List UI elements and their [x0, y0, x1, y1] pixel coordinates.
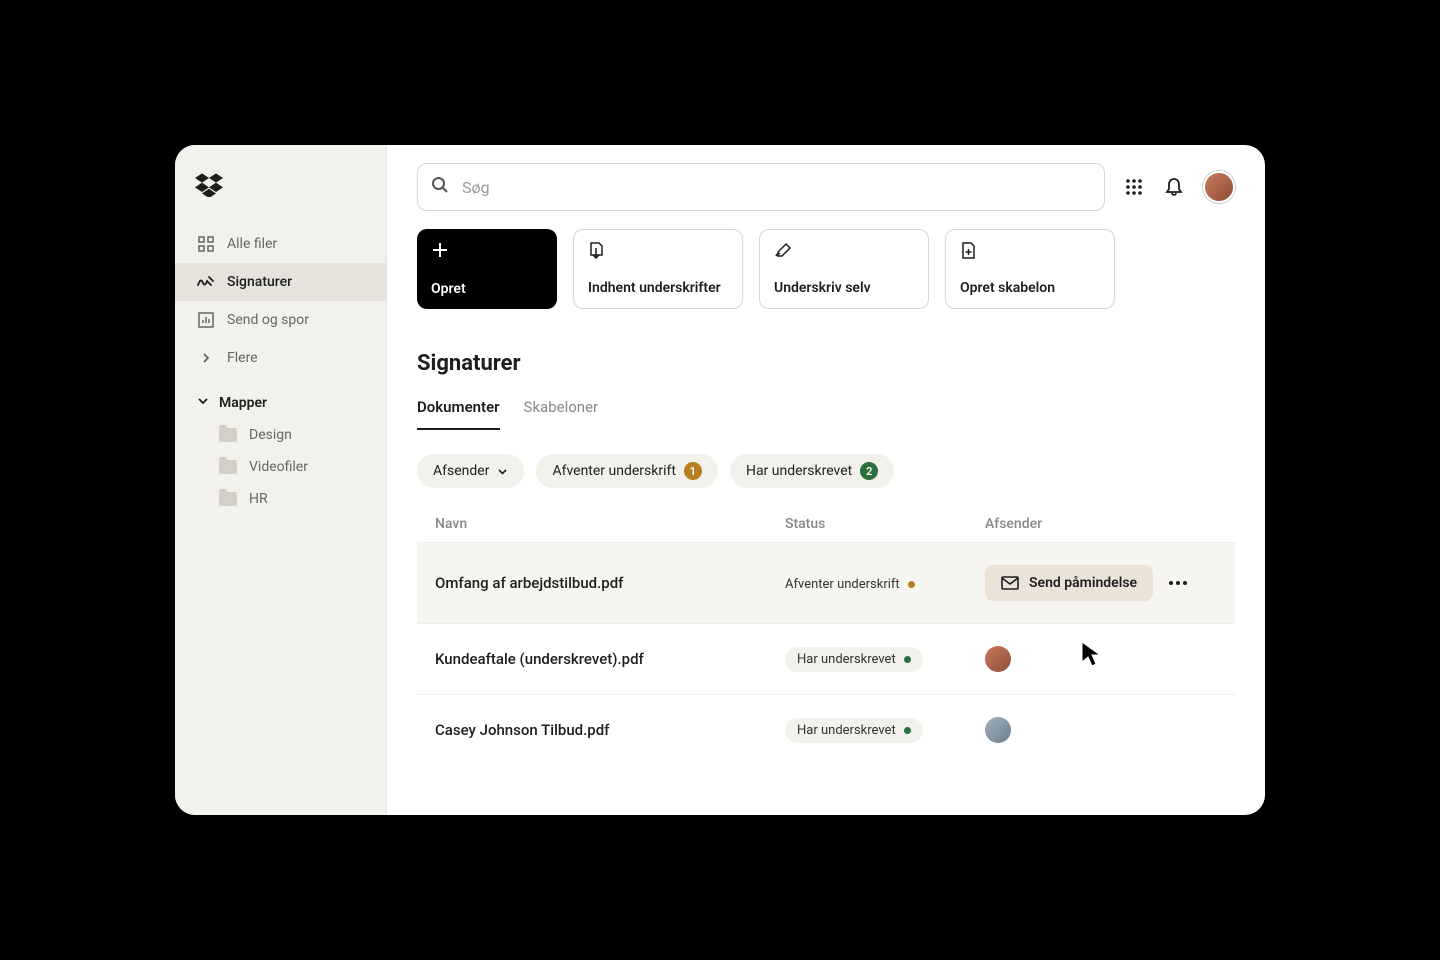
filter-sender[interactable]: Afsender [417, 454, 524, 488]
create-template-button[interactable]: Opret skabelon [945, 229, 1115, 309]
card-label: Underskriv selv [774, 280, 914, 296]
cell-status: Afventer underskrift [785, 574, 985, 592]
more-options-button[interactable] [1169, 581, 1187, 585]
count-badge: 2 [860, 462, 878, 480]
row-actions: Send påmindelse [985, 565, 1217, 601]
nav-label: Flere [227, 350, 258, 366]
filter-awaiting[interactable]: Afventer underskrift 1 [536, 454, 718, 488]
folder-icon [219, 460, 237, 474]
action-cards: Opret Indhent underskrifter Underskriv s… [387, 229, 1265, 329]
filter-bar: Afsender Afventer underskrift 1 Har unde… [387, 430, 1265, 506]
pen-signature-icon [774, 242, 792, 260]
chevron-down-icon [197, 395, 209, 411]
status-dot-icon [908, 581, 915, 588]
cell-sender [985, 646, 1217, 672]
bell-icon [1164, 177, 1184, 197]
chart-icon [197, 311, 215, 329]
nav-label: Send og spor [227, 312, 309, 328]
cell-sender [985, 717, 1217, 743]
status-pill: Har underskrevet [785, 718, 923, 743]
folders-section-header[interactable]: Mapper [175, 377, 386, 419]
sender-avatar[interactable] [985, 717, 1011, 743]
tab-templates[interactable]: Skabeloner [524, 398, 599, 430]
filter-label: Har underskrevet [746, 463, 852, 479]
cell-status: Har underskrevet [785, 647, 985, 672]
filter-signed[interactable]: Har underskrevet 2 [730, 454, 894, 488]
status-dot-icon [904, 727, 911, 734]
logo[interactable] [175, 163, 386, 225]
col-status: Status [785, 516, 985, 532]
nav-send-track[interactable]: Send og spor [175, 301, 386, 339]
create-button[interactable]: Opret [417, 229, 557, 309]
file-plus-icon [960, 242, 978, 260]
app-window: Alle filer Signaturer Send og spor Flere [175, 145, 1265, 815]
file-download-icon [588, 242, 606, 260]
folder-label: Design [249, 427, 292, 443]
chevron-right-icon [197, 349, 215, 367]
main-content: Opret Indhent underskrifter Underskriv s… [387, 145, 1265, 815]
nav-all-files[interactable]: Alle filer [175, 225, 386, 263]
table-row[interactable]: Kundeaftale (underskrevet).pdf Har under… [417, 623, 1235, 694]
filter-label: Afventer underskrift [552, 463, 676, 479]
folders-header-label: Mapper [219, 395, 267, 411]
card-label: Indhent underskrifter [588, 280, 728, 296]
table-row[interactable]: Casey Johnson Tilbud.pdf Har underskreve… [417, 694, 1235, 765]
folder-design[interactable]: Design [175, 419, 386, 451]
button-label: Send påmindelse [1029, 575, 1137, 591]
status-pill: Afventer underskrift [785, 577, 915, 592]
documents-table: Navn Status Afsender Omfang af arbejdsti… [387, 506, 1265, 765]
notifications-button[interactable] [1163, 176, 1185, 198]
apps-button[interactable] [1123, 176, 1145, 198]
folder-label: HR [249, 491, 268, 507]
nav-label: Signaturer [227, 274, 292, 290]
table-row[interactable]: Omfang af arbejdstilbud.pdf Afventer und… [417, 542, 1235, 623]
card-label: Opret [431, 281, 543, 297]
table-header: Navn Status Afsender [417, 506, 1235, 542]
nav-label: Alle filer [227, 236, 277, 252]
filter-label: Afsender [433, 463, 489, 479]
sign-yourself-button[interactable]: Underskriv selv [759, 229, 929, 309]
plus-icon [431, 241, 449, 259]
grid-icon [197, 235, 215, 253]
tabs: Dokumenter Skabeloner [387, 384, 1265, 430]
nav-more[interactable]: Flere [175, 339, 386, 377]
count-badge: 1 [684, 462, 702, 480]
cell-name: Casey Johnson Tilbud.pdf [435, 721, 785, 739]
page-title: Signaturer [387, 329, 1265, 384]
sender-avatar[interactable] [985, 646, 1011, 672]
user-avatar[interactable] [1203, 171, 1235, 203]
search-input[interactable] [417, 163, 1105, 211]
send-reminder-button[interactable]: Send påmindelse [985, 565, 1153, 601]
cell-name: Omfang af arbejdstilbud.pdf [435, 574, 785, 592]
card-label: Opret skabelon [960, 280, 1100, 296]
status-dot-icon [904, 656, 911, 663]
request-signatures-button[interactable]: Indhent underskrifter [573, 229, 743, 309]
folder-icon [219, 428, 237, 442]
status-pill: Har underskrevet [785, 647, 923, 672]
topbar [387, 145, 1265, 229]
apps-grid-icon [1125, 178, 1143, 196]
search-container [417, 163, 1105, 211]
dropbox-icon [195, 173, 223, 197]
nav-signatures[interactable]: Signaturer [175, 263, 386, 301]
folder-videofiler[interactable]: Videofiler [175, 451, 386, 483]
envelope-icon [1001, 576, 1019, 590]
col-sender: Afsender [985, 516, 1217, 532]
signature-icon [197, 273, 215, 291]
cell-name: Kundeaftale (underskrevet).pdf [435, 650, 785, 668]
sidebar: Alle filer Signaturer Send og spor Flere [175, 145, 387, 815]
cell-status: Har underskrevet [785, 718, 985, 743]
folder-label: Videofiler [249, 459, 308, 475]
tab-documents[interactable]: Dokumenter [417, 398, 500, 430]
folder-icon [219, 492, 237, 506]
folder-hr[interactable]: HR [175, 483, 386, 515]
chevron-down-icon [497, 466, 508, 477]
col-name: Navn [435, 516, 785, 532]
search-icon [431, 176, 449, 198]
